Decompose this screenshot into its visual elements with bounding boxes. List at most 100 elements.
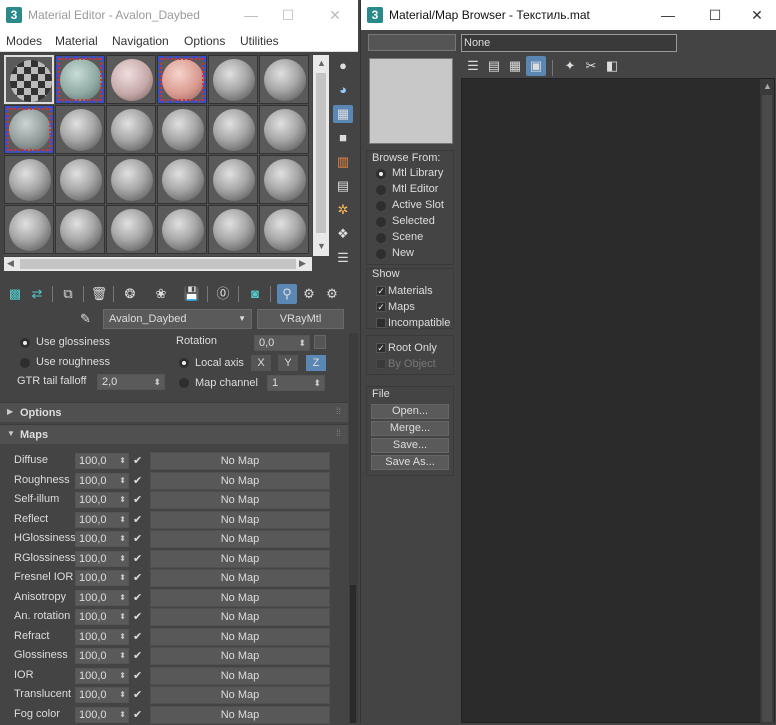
map-slot-button[interactable]: No Map (150, 472, 330, 490)
parameters-scrollbar[interactable] (349, 333, 358, 723)
save-as-button[interactable]: Save As... (371, 455, 449, 470)
map-amount-spinner[interactable]: 100,0 ⬍ (75, 570, 129, 586)
sample-slot[interactable] (4, 155, 54, 204)
map-enabled-checkbox[interactable]: ✔ (133, 571, 142, 584)
backlight-icon[interactable]: ◕ (333, 81, 353, 99)
map-amount-spinner[interactable]: 100,0 ⬍ (75, 609, 129, 625)
close-button[interactable]: ✕ (315, 0, 355, 30)
sample-slot[interactable] (259, 155, 309, 204)
spinner-arrows-icon[interactable]: ⬍ (119, 630, 126, 644)
sample-slot[interactable] (259, 205, 309, 254)
map-amount-spinner[interactable]: 100,0 ⬍ (75, 668, 129, 684)
map-enabled-checkbox[interactable]: ✔ (133, 688, 142, 701)
scroll-up-arrow-icon[interactable]: ▲ (317, 58, 326, 68)
map-slot-button[interactable]: No Map (150, 511, 330, 529)
sample-slot[interactable] (157, 105, 207, 154)
scroll-left-arrow-icon[interactable]: ◀ (7, 258, 14, 269)
options-rollout-header[interactable]: ▶ Options ⁞⁞ (0, 402, 348, 422)
pick-material-eyedropper-icon[interactable]: ✎ (80, 311, 91, 327)
menu-modes[interactable]: Modes (6, 34, 42, 48)
browse-mtl-editor-radio[interactable] (376, 185, 386, 195)
select-by-material-icon[interactable]: ❖ (333, 225, 353, 243)
view-list-icon[interactable]: ☰ (463, 56, 483, 76)
by-object-checkbox[interactable] (376, 359, 386, 369)
clear-material-library-icon[interactable]: ◧ (602, 56, 622, 76)
put-to-library-icon[interactable]: 💾 (182, 284, 202, 304)
put-material-to-scene-icon[interactable]: ⇄ (27, 284, 47, 304)
spinner-arrows-icon[interactable]: ⬍ (119, 532, 126, 546)
map-slot-button[interactable]: No Map (150, 569, 330, 587)
use-roughness-radio[interactable] (20, 358, 30, 368)
sample-slot[interactable] (106, 55, 156, 104)
map-amount-spinner[interactable]: 100,0 ⬍ (75, 492, 129, 508)
sample-slot[interactable] (106, 155, 156, 204)
spinner-arrows-icon[interactable]: ⬍ (119, 513, 126, 527)
menu-utilities[interactable]: Utilities (240, 34, 279, 48)
map-amount-spinner[interactable]: 100,0 ⬍ (75, 531, 129, 547)
sample-type-icon[interactable]: ● (333, 57, 353, 75)
map-amount-spinner[interactable]: 100,0 ⬍ (75, 590, 129, 606)
list-scrollbar[interactable]: ▲ (760, 79, 774, 724)
sample-slot[interactable] (4, 205, 54, 254)
map-enabled-checkbox[interactable]: ✔ (133, 532, 142, 545)
get-material-icon[interactable]: ▩ (5, 284, 25, 304)
search-input[interactable] (368, 34, 456, 51)
local-axis-radio[interactable] (179, 358, 189, 368)
slots-horizontal-scrollbar[interactable]: ◀ ▶ (4, 257, 312, 271)
sample-slot[interactable] (55, 55, 105, 104)
map-slot-button[interactable]: No Map (150, 530, 330, 548)
sample-slot[interactable] (157, 55, 207, 104)
spinner-arrows-icon[interactable]: ⬍ (119, 571, 126, 585)
menu-material[interactable]: Material (55, 34, 98, 48)
map-enabled-checkbox[interactable]: ✔ (133, 649, 142, 662)
spinner-arrows-icon[interactable]: ⬍ (119, 454, 126, 468)
map-enabled-checkbox[interactable]: ✔ (133, 454, 142, 467)
spinner-arrows-icon[interactable]: ⬍ (119, 591, 126, 605)
spinner-arrows-icon[interactable]: ⬍ (153, 375, 161, 389)
map-enabled-checkbox[interactable]: ✔ (133, 610, 142, 623)
axis-z-button[interactable]: Z (306, 355, 326, 371)
sample-slot[interactable] (106, 105, 156, 154)
delete-from-library-icon[interactable]: ✂ (581, 56, 601, 76)
spinner-arrows-icon[interactable]: ⬍ (119, 552, 126, 566)
update-scene-materials-icon[interactable]: ✦ (560, 56, 580, 76)
map-enabled-checkbox[interactable]: ✔ (133, 493, 142, 506)
view-list-icons-icon[interactable]: ▤ (484, 56, 504, 76)
menu-options[interactable]: Options (184, 34, 225, 48)
axis-x-button[interactable]: X (251, 355, 271, 371)
background-checker-icon[interactable]: ▦ (333, 105, 353, 123)
show-shaded-material-icon[interactable]: ◙ (245, 284, 265, 304)
gtr-tail-falloff-spinner[interactable]: 2,0 ⬍ (97, 374, 165, 390)
make-preview-icon[interactable]: ▤ (333, 177, 353, 195)
sample-slot[interactable] (55, 155, 105, 204)
use-glossiness-radio[interactable] (20, 338, 30, 348)
open-button[interactable]: Open... (371, 404, 449, 419)
map-enabled-checkbox[interactable]: ✔ (133, 708, 142, 721)
spinner-arrows-icon[interactable]: ⬍ (119, 610, 126, 624)
map-amount-spinner[interactable]: 100,0 ⬍ (75, 473, 129, 489)
map-enabled-checkbox[interactable]: ✔ (133, 474, 142, 487)
show-maps-checkbox[interactable]: ✓ (376, 302, 386, 312)
map-slot-button[interactable]: No Map (150, 667, 330, 685)
spinner-arrows-icon[interactable]: ⬍ (119, 688, 126, 702)
material-map-navigator-icon[interactable]: ☰ (333, 249, 353, 267)
sample-uv-tiling-icon[interactable]: ■ (333, 129, 353, 147)
map-slot-button[interactable]: No Map (150, 686, 330, 704)
spinner-arrows-icon[interactable]: ⬍ (119, 493, 126, 507)
view-small-icons-icon[interactable]: ▦ (505, 56, 525, 76)
map-enabled-checkbox[interactable]: ✔ (133, 513, 142, 526)
sample-slot[interactable] (106, 205, 156, 254)
map-slot-button[interactable]: No Map (150, 608, 330, 626)
scroll-right-arrow-icon[interactable]: ▶ (299, 258, 306, 269)
scroll-thumb[interactable] (762, 95, 772, 722)
minimize-button[interactable]: — (231, 0, 271, 30)
map-enabled-checkbox[interactable]: ✔ (133, 669, 142, 682)
sample-slot[interactable] (157, 155, 207, 204)
save-button[interactable]: Save... (371, 438, 449, 453)
browse-active-slot-radio[interactable] (376, 201, 386, 211)
sample-slot[interactable] (4, 55, 54, 104)
merge-button[interactable]: Merge... (371, 421, 449, 436)
material-id-channel-icon[interactable]: ⓪ (213, 284, 233, 304)
map-enabled-checkbox[interactable]: ✔ (133, 591, 142, 604)
view-large-icons-icon[interactable]: ▣ (526, 56, 546, 76)
